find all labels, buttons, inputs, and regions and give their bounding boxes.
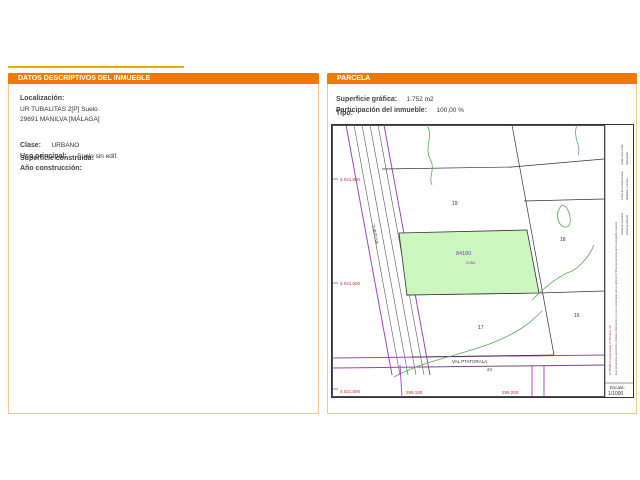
parcel-number-19: 19	[452, 201, 458, 207]
coord-y-2: 4.021.600	[340, 281, 361, 286]
parcel-18-west-top	[523, 198, 605, 202]
coord-y-1: 4.021.800	[340, 177, 361, 182]
header-accent-rule	[8, 66, 184, 68]
parcel-number-24: 24	[487, 367, 493, 372]
utm-note: ETRS89 Coordenadas UTM Huso 30	[608, 325, 612, 375]
legend-note: Este documento electrónico contiene info…	[614, 221, 618, 375]
legend-item: Límite zona verde	[620, 144, 624, 165]
vegetation-curve-3	[557, 204, 571, 228]
scale-value: 1/1000	[608, 391, 624, 397]
parcela-header: PARCELA	[327, 73, 637, 84]
road-label: TUBITOVA	[371, 224, 380, 245]
vegetation-curve-2	[575, 125, 580, 156]
highlighted-parcel-sub: ZUBA	[466, 261, 476, 265]
parcel-19-south-boundary	[381, 166, 513, 170]
street-line	[421, 364, 606, 368]
vegetation-curve-5	[393, 310, 543, 378]
localizacion-label: Localización:	[20, 95, 65, 102]
coord-y-3: 4.021.500	[340, 389, 361, 394]
tipo-label: Tipo:	[336, 110, 353, 117]
datos-descriptivos-header: DATOS DESCRIPTIVOS DEL INMUEBLE	[8, 73, 319, 84]
map-legend: Límite de manzana Límite de parcela Límite…	[620, 144, 629, 235]
localizacion-line1: UR TUBALITAS 2[P] Suelo	[20, 106, 98, 113]
ano-construccion-label: Año construcción:	[20, 165, 82, 172]
coord-x-1: 299.180	[406, 390, 423, 395]
coord-x-2: 299.200	[502, 390, 519, 395]
legend-item: Límite de manzana	[620, 212, 624, 235]
road-continuation	[399, 364, 403, 397]
vegetation-curve-1	[426, 125, 433, 186]
superficie-construida-label: Superficie construida:	[20, 155, 94, 162]
scale-label: Escala:	[610, 385, 625, 390]
parcel-number-17: 17	[478, 325, 484, 331]
participacion-value: 100,00 %	[436, 107, 464, 114]
legend-item: Límite de parcela	[625, 215, 629, 235]
parcel-16-north-boundary	[539, 290, 605, 294]
legend-item: Mobiliario y aceras	[625, 178, 629, 200]
highlighted-parcel-ref: 84180	[456, 251, 471, 257]
localizacion-line2: 29691 MANILVA [MÁLAGA]	[20, 116, 100, 123]
parcel-18-north-boundary	[511, 158, 605, 168]
legend-item: Límite de construcciones	[620, 171, 624, 200]
cadastral-map-drawing: 4.021.800 4.021.600 4.021.500 299.180 29…	[332, 125, 633, 397]
parcel-number-16: 16	[574, 313, 580, 319]
parcel-number-18: 18	[560, 237, 566, 243]
legend-item: Hidrografía	[625, 152, 629, 165]
street-label: VAL PTATORALA	[452, 359, 487, 364]
cadastral-map[interactable]: 4.021.800 4.021.600 4.021.500 299.180 29…	[331, 124, 634, 398]
participacion-row: Participación del inmueble: 100,00 %	[336, 99, 464, 117]
